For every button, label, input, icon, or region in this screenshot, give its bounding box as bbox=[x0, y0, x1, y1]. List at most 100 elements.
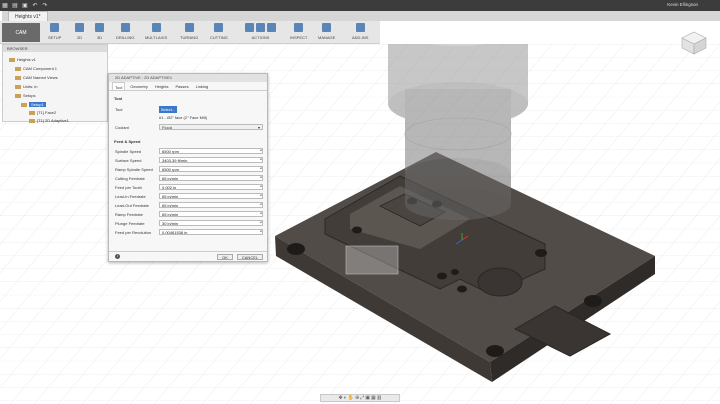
document-icon bbox=[9, 57, 15, 62]
sheet-icon bbox=[267, 23, 276, 32]
tree-item-setup1[interactable]: Setup1 bbox=[21, 101, 46, 109]
surface-speed-input[interactable]: 3403.39 ft/min bbox=[159, 157, 263, 163]
zoom-icon[interactable]: ⊕ bbox=[355, 395, 359, 401]
document-tab[interactable]: Heights v1* bbox=[8, 11, 48, 21]
select-tool-button[interactable]: Select... bbox=[159, 106, 177, 113]
lead-in-feedrate-input[interactable]: 65 in/min bbox=[159, 193, 263, 199]
feed-section-header[interactable]: Feed & Speed bbox=[114, 139, 140, 144]
field-label: Feed per Tooth bbox=[115, 185, 142, 190]
field-label: Surface Speed bbox=[115, 158, 142, 163]
user-name[interactable]: Kevin Ellingson bbox=[667, 2, 698, 7]
look-icon[interactable]: ◐ bbox=[344, 395, 347, 401]
tree-item-setups[interactable]: Setups bbox=[15, 92, 35, 100]
browser-panel: BROWSER Heights v1 CAM Component 1 CAM N… bbox=[2, 44, 108, 125]
tool-description: #1 - Ø2" face (2" Face Mill) bbox=[159, 115, 207, 120]
app-bar: ▦ ▤ ▣ ↶ ↷ Kevin Ellingson bbox=[0, 0, 720, 11]
tab-passes[interactable]: Passes bbox=[173, 82, 190, 90]
multi-axis-group[interactable]: MULTI-AXIS bbox=[145, 23, 167, 42]
component-icon bbox=[15, 66, 21, 71]
inspect-group[interactable]: INSPECT bbox=[290, 23, 307, 42]
tree-item-root[interactable]: Heights v1 bbox=[9, 56, 36, 64]
toolbar: CAM SETUP 2D 3D DRILLING MULTI-AXIS TURN… bbox=[0, 21, 380, 44]
dialog-title: 2D ADAPTIVE : 2D ADAPTIVE1 bbox=[109, 74, 267, 82]
dialog-footer: i OK CANCEL bbox=[109, 251, 267, 261]
turning-group[interactable]: TURNING bbox=[180, 23, 198, 42]
add-ins-icon bbox=[355, 23, 365, 32]
tool-label: Tool bbox=[115, 107, 123, 112]
tool-section-header[interactable]: Tool bbox=[114, 96, 122, 101]
add-ins-group[interactable]: ADD-INS bbox=[352, 23, 368, 42]
operation-dialog: 2D ADAPTIVE : 2D ADAPTIVE1 Tool Geometry… bbox=[108, 73, 268, 262]
feed-per-tooth-input[interactable]: 0.002 in bbox=[159, 184, 263, 190]
2d-group[interactable]: 2D bbox=[75, 23, 84, 42]
field-label: Plunge Feedrate bbox=[115, 221, 145, 226]
tool-holder bbox=[388, 2, 528, 220]
ramp-spindle-speed-input[interactable]: 6500 rpm bbox=[159, 166, 263, 172]
spindle-speed-input[interactable]: 6500 rpm bbox=[159, 148, 263, 154]
feed-per-revolution-input[interactable]: 0.00461538 in bbox=[159, 229, 263, 235]
grid-menu-icon[interactable]: ▦ bbox=[0, 2, 10, 9]
inspect-icon bbox=[294, 23, 304, 32]
field-label: Lead-In Feedrate bbox=[115, 194, 146, 199]
multi-axis-icon bbox=[151, 23, 161, 32]
lead-out-feedrate-input[interactable]: 65 in/min bbox=[159, 202, 263, 208]
tree-item-face2[interactable]: [T1] Face2 bbox=[29, 109, 56, 117]
tab-tool[interactable]: Tool bbox=[112, 82, 126, 90]
folder-icon bbox=[15, 75, 21, 80]
setup-group[interactable]: SETUP bbox=[48, 23, 61, 42]
file-icon[interactable]: ▤ bbox=[10, 2, 20, 9]
tab-geometry[interactable]: Geometry bbox=[128, 82, 150, 90]
workspace-switcher[interactable]: CAM bbox=[2, 23, 40, 42]
units-icon bbox=[15, 84, 21, 89]
simulate-icon bbox=[245, 23, 254, 32]
turning-icon bbox=[184, 23, 194, 32]
field-label: Lead-Out Feedrate bbox=[115, 203, 149, 208]
document-tab-bar: Heights v1* bbox=[2, 11, 720, 21]
field-label: Ramp Spindle Speed bbox=[115, 167, 153, 172]
coolant-select[interactable]: Flood bbox=[159, 124, 263, 130]
ok-button[interactable]: OK bbox=[217, 254, 233, 260]
3d-group[interactable]: 3D bbox=[95, 23, 104, 42]
ramp-feedrate-input[interactable]: 65 in/min bbox=[159, 211, 263, 217]
setup-icon bbox=[50, 23, 60, 32]
operation-icon bbox=[29, 110, 35, 115]
undo-icon[interactable]: ↶ bbox=[30, 2, 40, 9]
drilling-group[interactable]: DRILLING bbox=[116, 23, 134, 42]
browser-header: BROWSER bbox=[3, 45, 107, 52]
manage-group[interactable]: MANAGE bbox=[318, 23, 335, 42]
save-icon[interactable]: ▣ bbox=[20, 2, 30, 9]
field-label: Cutting Feedrate bbox=[115, 176, 145, 181]
navigation-bar: ✥ ◐ ✋ ⊕ ⤢ ▣ ▦ ▥ bbox=[320, 394, 400, 402]
cutting-feedrate-input[interactable]: 65 in/min bbox=[159, 175, 263, 181]
tree-item-adaptive1[interactable]: [T1] 2D Adaptive1 bbox=[29, 117, 69, 125]
redo-icon[interactable]: ↷ bbox=[40, 2, 50, 9]
pan-icon[interactable]: ✋ bbox=[348, 395, 354, 401]
fit-icon[interactable]: ⤢ bbox=[360, 395, 364, 401]
manage-icon bbox=[322, 23, 332, 32]
tree-item-component[interactable]: CAM Component 1 bbox=[15, 65, 57, 73]
display-icon[interactable]: ▣ bbox=[365, 395, 370, 401]
viewcube[interactable] bbox=[680, 30, 708, 56]
folder-icon bbox=[15, 93, 21, 98]
cutting-icon bbox=[214, 23, 224, 32]
field-label: Feed per Revolution bbox=[115, 230, 152, 235]
plunge-feedrate-input[interactable]: 30 in/min bbox=[159, 220, 263, 226]
operation-icon bbox=[29, 118, 35, 123]
tab-heights[interactable]: Heights bbox=[153, 82, 171, 90]
field-label: Spindle Speed bbox=[115, 149, 142, 154]
grid-icon[interactable]: ▦ bbox=[371, 395, 376, 401]
coolant-label: Coolant bbox=[115, 125, 129, 130]
viewports-icon[interactable]: ▥ bbox=[377, 395, 382, 401]
actions-group[interactable]: ACTIONS bbox=[245, 23, 276, 42]
drill-icon bbox=[120, 23, 130, 32]
3d-icon bbox=[95, 23, 104, 32]
dialog-tabs: Tool Geometry Heights Passes Linking bbox=[109, 82, 267, 91]
tree-item-units[interactable]: Units: in bbox=[15, 83, 37, 91]
2d-icon bbox=[75, 23, 84, 32]
tree-item-named-views[interactable]: CAM Named Views bbox=[15, 74, 58, 82]
info-icon[interactable]: i bbox=[115, 254, 120, 259]
orbit-icon[interactable]: ✥ bbox=[339, 395, 343, 401]
tab-linking[interactable]: Linking bbox=[194, 82, 211, 90]
cutting-group[interactable]: CUTTING bbox=[210, 23, 228, 42]
cancel-button[interactable]: CANCEL bbox=[237, 254, 263, 260]
